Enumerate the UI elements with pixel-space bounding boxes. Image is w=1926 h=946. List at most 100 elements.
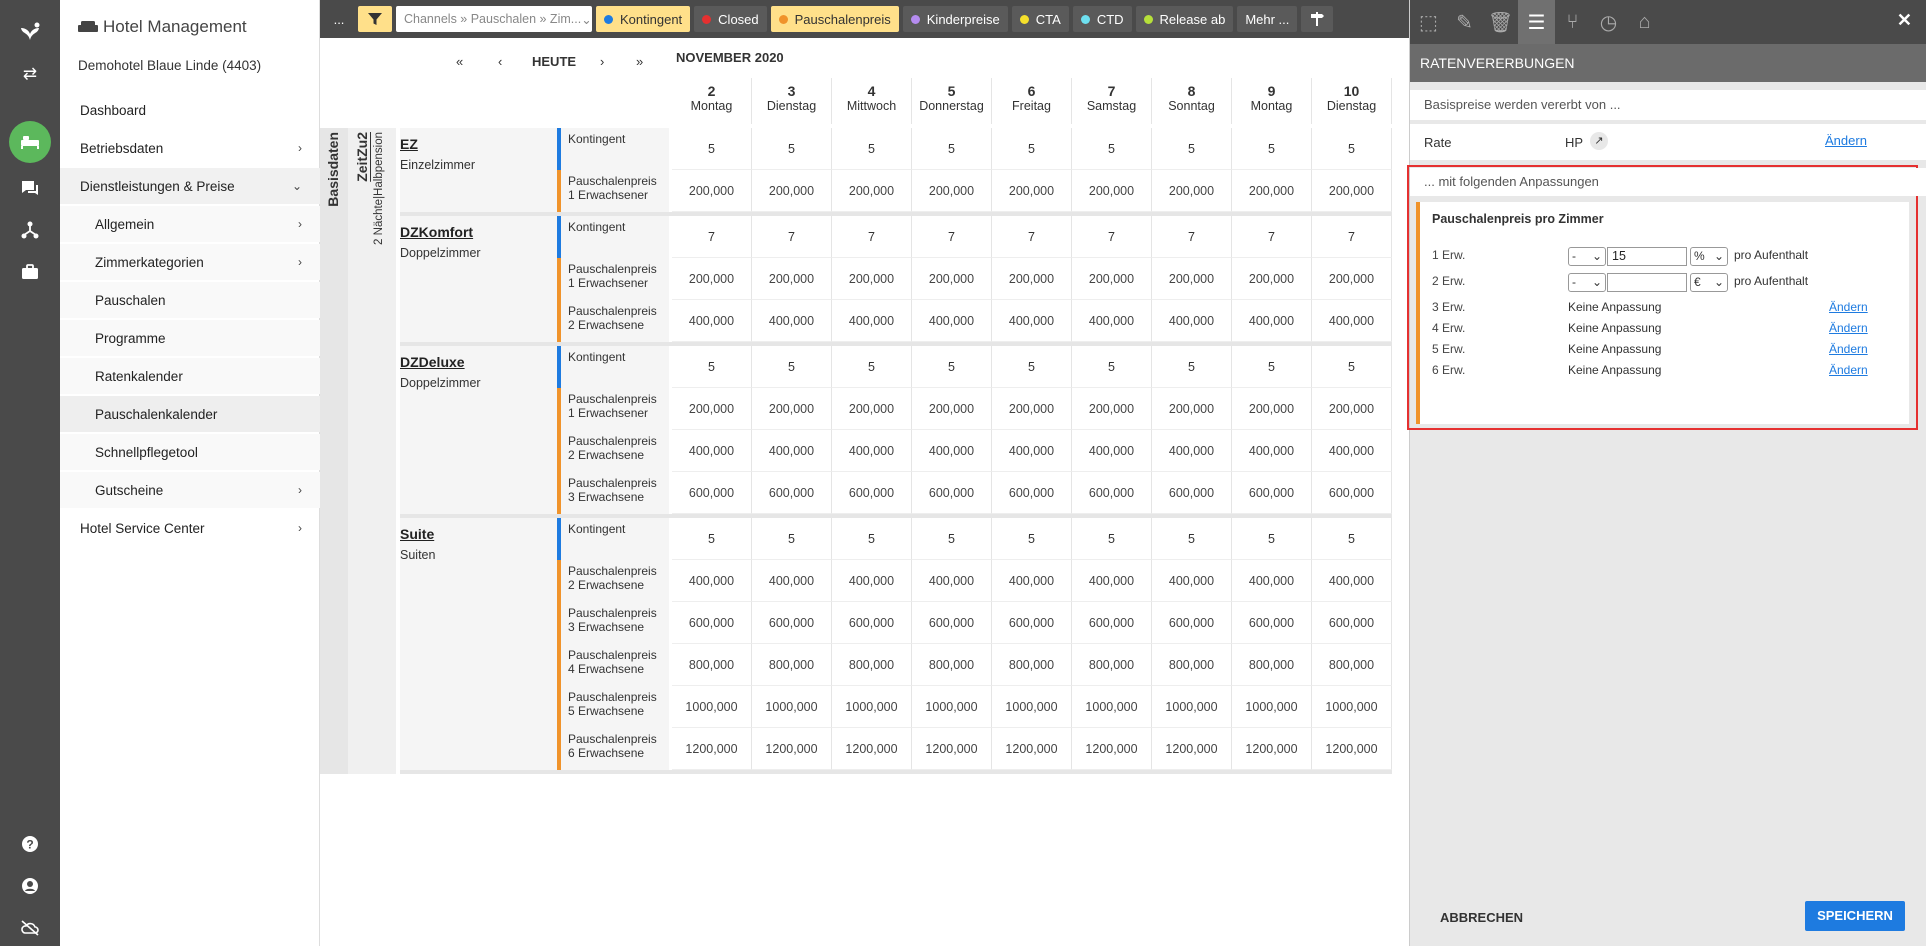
price-cell[interactable]: 400,000	[832, 430, 912, 472]
price-cell[interactable]: 800,000	[912, 644, 992, 686]
operator-select[interactable]: - ⌄	[1568, 273, 1606, 292]
room-code[interactable]: EZ	[400, 136, 418, 152]
kontingent-cell[interactable]: 5	[672, 518, 752, 560]
price-cell[interactable]: 600,000	[992, 602, 1072, 644]
nav-gutscheine[interactable]: Gutscheine ›	[60, 472, 320, 508]
kontingent-cell[interactable]: 5	[1152, 346, 1232, 388]
kontingent-cell[interactable]: 5	[912, 518, 992, 560]
price-cell[interactable]: 200,000	[1232, 388, 1312, 430]
adjust-change-link[interactable]: Ändern	[1829, 342, 1868, 356]
price-cell[interactable]: 200,000	[672, 388, 752, 430]
price-cell[interactable]: 400,000	[912, 300, 992, 342]
price-cell[interactable]: 1200,000	[1232, 728, 1312, 770]
nav-allgemein[interactable]: Allgemein ›	[60, 206, 320, 242]
nav-zimmerkategorien[interactable]: Zimmerkategorien ›	[60, 244, 320, 280]
price-cell[interactable]: 1000,000	[992, 686, 1072, 728]
price-cell[interactable]: 1000,000	[1152, 686, 1232, 728]
nav-schnellpflegetool[interactable]: Schnellpflegetool	[60, 434, 320, 470]
kontingent-cell[interactable]: 5	[912, 128, 992, 170]
price-cell[interactable]: 600,000	[1232, 472, 1312, 514]
price-cell[interactable]: 600,000	[992, 472, 1072, 514]
price-cell[interactable]: 600,000	[1232, 602, 1312, 644]
adjust-change-link[interactable]: Ändern	[1829, 363, 1868, 377]
price-cell[interactable]: 800,000	[992, 644, 1072, 686]
price-cell[interactable]: 1200,000	[1312, 728, 1392, 770]
kontingent-cell[interactable]: 5	[1232, 128, 1312, 170]
price-cell[interactable]: 600,000	[832, 472, 912, 514]
kontingent-cell[interactable]: 5	[912, 346, 992, 388]
kontingent-cell[interactable]: 5	[992, 518, 1072, 560]
select-icon[interactable]: ⬚	[1410, 0, 1447, 44]
tag-kinderpreise[interactable]: Kinderpreise	[902, 6, 1008, 32]
price-cell[interactable]: 800,000	[1072, 644, 1152, 686]
price-cell[interactable]: 800,000	[1232, 644, 1312, 686]
network-icon[interactable]	[0, 212, 60, 248]
price-cell[interactable]: 1000,000	[832, 686, 912, 728]
unit-select[interactable]: % ⌄	[1690, 247, 1728, 266]
price-cell[interactable]: 1200,000	[992, 728, 1072, 770]
price-cell[interactable]: 200,000	[1312, 388, 1392, 430]
more-menu-button[interactable]: ...	[324, 6, 354, 32]
price-cell[interactable]: 400,000	[1312, 430, 1392, 472]
price-cell[interactable]: 200,000	[1072, 388, 1152, 430]
price-cell[interactable]: 200,000	[992, 170, 1072, 212]
prev-month-icon[interactable]: «	[456, 54, 463, 69]
kontingent-cell[interactable]: 5	[1312, 346, 1392, 388]
price-cell[interactable]: 1200,000	[832, 728, 912, 770]
price-cell[interactable]: 400,000	[1312, 300, 1392, 342]
history-icon[interactable]: ◷	[1590, 0, 1627, 44]
price-cell[interactable]: 1000,000	[1072, 686, 1152, 728]
price-cell[interactable]: 200,000	[832, 258, 912, 300]
adjust-change-link[interactable]: Ändern	[1829, 300, 1868, 314]
price-cell[interactable]: 600,000	[1152, 602, 1232, 644]
operator-select[interactable]: - ⌄	[1568, 247, 1606, 266]
prev-day-icon[interactable]: ‹	[498, 54, 502, 69]
price-cell[interactable]: 600,000	[752, 472, 832, 514]
price-cell[interactable]: 200,000	[832, 170, 912, 212]
price-cell[interactable]: 400,000	[672, 430, 752, 472]
kontingent-cell[interactable]: 7	[992, 216, 1072, 258]
kontingent-cell[interactable]: 5	[1312, 128, 1392, 170]
price-cell[interactable]: 400,000	[992, 430, 1072, 472]
kontingent-cell[interactable]: 5	[1072, 518, 1152, 560]
price-cell[interactable]: 400,000	[992, 560, 1072, 602]
kontingent-cell[interactable]: 5	[1072, 346, 1152, 388]
price-cell[interactable]: 400,000	[1072, 430, 1152, 472]
close-icon[interactable]: ✕	[1897, 10, 1912, 31]
tag-cta[interactable]: CTA	[1011, 6, 1069, 32]
user-icon[interactable]	[0, 868, 60, 904]
external-link-icon[interactable]: ↗	[1590, 132, 1608, 150]
channel-select[interactable]: Channels » Pauschalen » Zim... ⌄	[396, 6, 592, 32]
price-cell[interactable]: 200,000	[1072, 258, 1152, 300]
price-cell[interactable]: 200,000	[992, 258, 1072, 300]
tag-pauschalenpreis[interactable]: Pauschalenpreis	[770, 6, 899, 32]
price-cell[interactable]: 200,000	[752, 388, 832, 430]
next-day-icon[interactable]: ›	[600, 54, 604, 69]
price-cell[interactable]: 200,000	[752, 258, 832, 300]
swap-icon[interactable]: ⇄	[0, 56, 60, 92]
price-cell[interactable]: 400,000	[752, 430, 832, 472]
cancel-button[interactable]: ABBRECHEN	[1440, 910, 1523, 925]
price-cell[interactable]: 600,000	[1152, 472, 1232, 514]
nav-pauschalenkalender[interactable]: Pauschalenkalender	[60, 396, 320, 432]
nav-pauschalen[interactable]: Pauschalen	[60, 282, 320, 318]
price-cell[interactable]: 200,000	[1312, 258, 1392, 300]
bed-icon[interactable]	[0, 121, 60, 163]
kontingent-cell[interactable]: 5	[752, 518, 832, 560]
nav-betriebsdaten[interactable]: Betriebsdaten ›	[60, 130, 320, 166]
price-cell[interactable]: 200,000	[1152, 388, 1232, 430]
price-cell[interactable]: 800,000	[1312, 644, 1392, 686]
sliders-icon[interactable]: ☰	[1518, 0, 1555, 44]
mehr-button[interactable]: Mehr ...	[1237, 6, 1298, 32]
price-cell[interactable]: 1200,000	[1152, 728, 1232, 770]
kontingent-cell[interactable]: 5	[832, 128, 912, 170]
price-cell[interactable]: 600,000	[912, 602, 992, 644]
room-code[interactable]: DZKomfort	[400, 224, 473, 240]
kontingent-cell[interactable]: 5	[1312, 518, 1392, 560]
kontingent-cell[interactable]: 5	[832, 518, 912, 560]
price-cell[interactable]: 400,000	[832, 300, 912, 342]
trash-icon[interactable]: 🗑	[1482, 0, 1519, 44]
price-cell[interactable]: 200,000	[912, 258, 992, 300]
kontingent-cell[interactable]: 7	[832, 216, 912, 258]
price-cell[interactable]: 1200,000	[752, 728, 832, 770]
